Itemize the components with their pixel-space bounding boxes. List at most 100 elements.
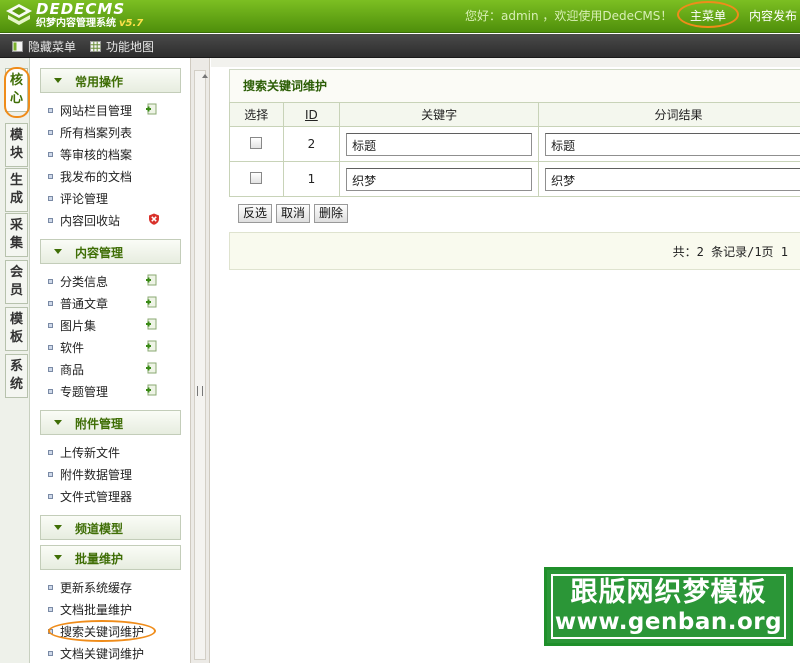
bullet-icon bbox=[48, 107, 53, 113]
menu-item-my-docs[interactable]: 我发布的文档 bbox=[48, 167, 183, 185]
menu-item-label: 我发布的文档 bbox=[60, 169, 133, 184]
menu-item-classified[interactable]: 分类信息 bbox=[48, 272, 183, 290]
menu-section-common[interactable]: 常用操作 bbox=[40, 68, 181, 93]
top-header: DEDECMS 织梦内容管理系统 v5.7 您好：admin ，欢迎使用DedeC… bbox=[0, 0, 800, 33]
menu-item-label: 等审核的档案 bbox=[60, 147, 133, 162]
drag-handle-icon[interactable] bbox=[197, 386, 203, 396]
bullet-icon bbox=[48, 151, 53, 157]
toolbar: 隐藏菜单 功能地图 bbox=[0, 34, 800, 58]
function-map-button[interactable]: 功能地图 bbox=[90, 38, 154, 55]
tab-template[interactable]: 模板 bbox=[5, 307, 28, 351]
tab-member[interactable]: 会员 bbox=[5, 260, 28, 304]
highlight-ring bbox=[48, 620, 156, 642]
menu-item-label: 内容回收站 bbox=[60, 213, 121, 228]
id-cell: 1 bbox=[282, 161, 341, 197]
logo-version: v5.7 bbox=[119, 18, 144, 29]
panel-header: 搜索关键词维护 bbox=[229, 69, 800, 103]
highlight-ring bbox=[4, 67, 30, 118]
add-icon[interactable] bbox=[145, 340, 157, 352]
add-icon[interactable] bbox=[145, 318, 157, 330]
menu-item-column-manage[interactable]: 网站栏目管理 bbox=[48, 101, 183, 119]
keyword-input[interactable]: 织梦 bbox=[346, 167, 533, 191]
menu-section-batch[interactable]: 批量维护 bbox=[40, 545, 181, 570]
side-menu: 常用操作 网站栏目管理 所有档案列表 等审核的档案 我发布的文档 评论管理 内容… bbox=[31, 58, 190, 663]
segment-input[interactable]: 织梦 bbox=[545, 167, 800, 191]
clear-shield-icon[interactable] bbox=[148, 213, 160, 225]
menu-item-label: 普通文章 bbox=[60, 296, 109, 311]
add-icon[interactable] bbox=[145, 103, 157, 115]
table-row: 1 织梦 织梦 bbox=[229, 161, 800, 197]
menu-item-label: 商品 bbox=[60, 362, 85, 377]
select-cell bbox=[229, 161, 284, 197]
collapse-arrow-icon bbox=[54, 420, 62, 425]
menu-section-content[interactable]: 内容管理 bbox=[40, 239, 181, 264]
menu-item-all-archives[interactable]: 所有档案列表 bbox=[48, 123, 183, 141]
logo-text: DEDECMS 织梦内容管理系统 v5.7 bbox=[36, 1, 143, 30]
segment-input[interactable]: 标题 bbox=[545, 132, 800, 156]
col-keyword: 关键字 bbox=[339, 102, 540, 127]
action-buttons: 反选 取消 删除 bbox=[238, 204, 349, 223]
logo-main: DEDECMS bbox=[36, 0, 126, 18]
cancel-button[interactable]: 取消 bbox=[276, 204, 311, 223]
bullet-icon bbox=[48, 322, 53, 328]
menu-item-software[interactable]: 软件 bbox=[48, 338, 183, 356]
menu-item-label: 评论管理 bbox=[60, 191, 109, 206]
menu-item-label: 文档关键词维护 bbox=[60, 646, 145, 661]
menu-item-label: 所有档案列表 bbox=[60, 125, 133, 140]
menu-item-article[interactable]: 普通文章 bbox=[48, 294, 183, 312]
tab-collect[interactable]: 采集 bbox=[5, 213, 28, 257]
function-map-label: 功能地图 bbox=[106, 40, 155, 54]
hide-menu-button[interactable]: 隐藏菜单 bbox=[12, 38, 76, 55]
panel-splitter[interactable] bbox=[190, 58, 210, 663]
menu-item-topics[interactable]: 专题管理 bbox=[48, 382, 183, 400]
add-icon[interactable] bbox=[145, 384, 157, 396]
select-cell bbox=[229, 126, 284, 162]
segment-cell: 标题 bbox=[538, 126, 800, 162]
scrollbar-track bbox=[194, 70, 208, 660]
col-id-sort[interactable]: ID bbox=[282, 102, 341, 127]
segment-cell: 织梦 bbox=[538, 161, 800, 197]
menu-item-file-manager[interactable]: 文件式管理器 bbox=[48, 487, 183, 505]
add-icon[interactable] bbox=[145, 274, 157, 286]
row-checkbox[interactable] bbox=[250, 136, 263, 149]
menu-item-label: 网站栏目管理 bbox=[60, 103, 133, 118]
menu-item-recycle-bin[interactable]: 内容回收站 bbox=[48, 211, 183, 229]
bullet-icon bbox=[48, 278, 53, 284]
hide-menu-label: 隐藏菜单 bbox=[28, 40, 77, 54]
menu-item-update-cache[interactable]: 更新系统缓存 bbox=[48, 578, 183, 596]
menu-item-gallery[interactable]: 图片集 bbox=[48, 316, 183, 334]
tab-module[interactable]: 模块 bbox=[5, 123, 28, 167]
menu-item-comments[interactable]: 评论管理 bbox=[48, 189, 183, 207]
keyword-input[interactable]: 标题 bbox=[346, 132, 533, 156]
watermark-inner: 跟版网织梦模板 www.genban.org bbox=[551, 574, 786, 639]
menu-item-pending-archives[interactable]: 等审核的档案 bbox=[48, 145, 183, 163]
bullet-icon bbox=[48, 344, 53, 350]
add-icon[interactable] bbox=[145, 296, 157, 308]
menu-item-batch-docs[interactable]: 文档批量维护 bbox=[48, 600, 183, 618]
tab-system[interactable]: 系统 bbox=[5, 354, 28, 398]
menu-item-label: 附件数据管理 bbox=[60, 467, 133, 482]
tab-generate[interactable]: 生成 bbox=[5, 168, 28, 212]
bullet-icon bbox=[48, 471, 53, 477]
bullet-icon bbox=[48, 366, 53, 372]
content-publish-link[interactable]: 内容发布 bbox=[749, 7, 797, 24]
welcome-text: 您好：admin ，欢迎使用DedeCMS！ bbox=[465, 9, 673, 23]
menu-section-channel-model[interactable]: 频道模型 bbox=[40, 515, 181, 540]
hide-menu-icon bbox=[12, 41, 23, 52]
menu-item-goods[interactable]: 商品 bbox=[48, 360, 183, 378]
menu-item-attachment-data[interactable]: 附件数据管理 bbox=[48, 465, 183, 483]
row-checkbox[interactable] bbox=[250, 171, 263, 184]
collapse-arrow-icon bbox=[54, 249, 62, 254]
section-title: 频道模型 bbox=[75, 522, 124, 536]
logo-sub: 织梦内容管理系统 bbox=[36, 18, 116, 29]
menu-item-upload[interactable]: 上传新文件 bbox=[48, 443, 183, 461]
scroll-up-arrow-icon bbox=[202, 74, 208, 78]
menu-item-doc-keywords[interactable]: 文档关键词维护 bbox=[48, 644, 183, 662]
menu-section-attachments[interactable]: 附件管理 bbox=[40, 410, 181, 435]
invert-selection-button[interactable]: 反选 bbox=[238, 204, 273, 223]
add-icon[interactable] bbox=[145, 362, 157, 374]
id-cell: 2 bbox=[282, 126, 341, 162]
menu-item-label: 专题管理 bbox=[60, 384, 109, 399]
delete-button[interactable]: 删除 bbox=[314, 204, 349, 223]
menu-item-label: 更新系统缓存 bbox=[60, 580, 133, 595]
